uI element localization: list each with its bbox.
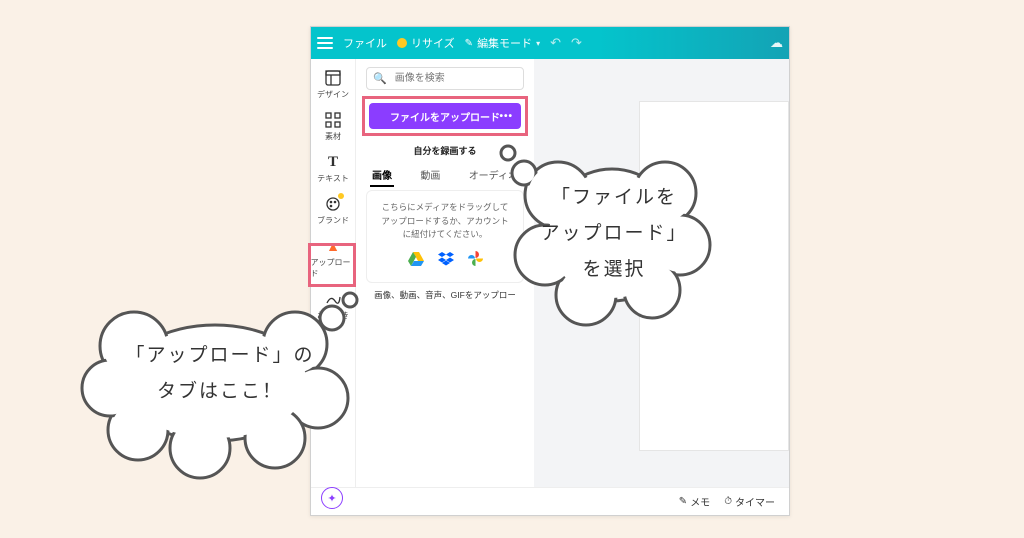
rail-item-elements[interactable]: 素材 xyxy=(311,107,356,146)
tab-video[interactable]: 動画 xyxy=(420,167,440,182)
upload-panel: 🔍 ファイルをアップロード ••• 自分を録画する 画像 動画 オーディオ こち… xyxy=(356,59,534,487)
media-tabs: 画像 動画 オーディオ xyxy=(366,165,524,182)
cloud-sync-icon[interactable]: ☁ xyxy=(770,35,783,51)
rail-label: テキスト xyxy=(317,173,349,184)
edit-mode-menu[interactable]: ✎ 編集モード ▾ xyxy=(465,35,540,51)
drag-text: こちらにメディアをドラッグして xyxy=(373,201,517,215)
side-rail: デザイン 素材 T テキスト ブランド ▲ アップロー xyxy=(311,59,356,487)
top-toolbar: ファイル リサイズ ✎ 編集モード ▾ ↶ ↷ ☁ xyxy=(311,27,789,59)
chevron-down-icon: ▾ xyxy=(536,39,540,48)
bottom-bar: ✦ ✎ メモ ⏱ タイマー xyxy=(311,487,789,515)
highlight-upload-button: ファイルをアップロード ••• xyxy=(362,96,528,136)
google-drive-icon[interactable] xyxy=(408,250,424,274)
rail-item-design[interactable]: デザイン xyxy=(311,65,356,104)
canvas-area[interactable] xyxy=(534,59,789,487)
menu-icon[interactable] xyxy=(317,37,333,49)
undo-icon[interactable]: ↶ xyxy=(550,35,561,51)
brand-icon xyxy=(324,195,342,213)
edit-mode-label: 編集モード xyxy=(477,35,532,51)
rail-item-text[interactable]: T テキスト xyxy=(311,149,356,188)
crown-icon xyxy=(397,38,407,48)
rail-label: アップロード xyxy=(311,257,356,279)
magic-button[interactable]: ✦ xyxy=(321,487,343,509)
timer-label: タイマー xyxy=(735,494,775,509)
memo-icon: ✎ xyxy=(679,496,687,507)
rail-label: デザイン xyxy=(317,89,349,100)
resize-label: リサイズ xyxy=(411,35,455,51)
resize-menu[interactable]: リサイズ xyxy=(397,35,455,51)
google-photos-icon[interactable] xyxy=(468,250,483,274)
more-dots-icon[interactable]: ••• xyxy=(499,111,513,122)
dropbox-icon[interactable] xyxy=(438,250,454,274)
annotation-text: 「アップロード」の xyxy=(125,345,314,366)
annotation-text: タブはここ！ xyxy=(157,381,283,402)
memo-button[interactable]: ✎ メモ xyxy=(679,494,710,509)
file-menu[interactable]: ファイル xyxy=(343,35,387,51)
record-self-button[interactable]: 自分を録画する xyxy=(366,144,524,157)
memo-label: メモ xyxy=(690,494,710,509)
pencil-icon: ✎ xyxy=(465,38,473,49)
rail-label: ブランド xyxy=(317,215,349,226)
artboard[interactable] xyxy=(639,101,789,451)
tab-audio[interactable]: オーディオ xyxy=(469,167,518,182)
rail-item-brand[interactable]: ブランド xyxy=(311,191,356,230)
text-icon: T xyxy=(324,153,342,171)
upload-file-button[interactable]: ファイルをアップロード ••• xyxy=(369,103,521,129)
workspace: デザイン 素材 T テキスト ブランド ▲ アップロー xyxy=(311,59,789,487)
rail-label: お絵描き xyxy=(317,310,349,321)
app-window: ファイル リサイズ ✎ 編集モード ▾ ↶ ↷ ☁ デザイン xyxy=(310,26,790,516)
upload-button-label: ファイルをアップロード xyxy=(390,109,500,124)
cloud-services-row xyxy=(373,250,517,274)
timer-icon: ⏱ xyxy=(724,496,732,507)
drag-text: に紐付けてください。 xyxy=(373,228,517,242)
draw-icon xyxy=(324,290,342,308)
rail-item-upload[interactable]: ▲ アップロード xyxy=(311,233,356,283)
template-icon xyxy=(324,69,342,87)
drag-text: アップロードするか、アカウント xyxy=(373,215,517,229)
upload-flame-icon: ▲ xyxy=(324,237,342,255)
grid-icon xyxy=(324,111,342,129)
rail-label: 素材 xyxy=(325,131,341,142)
drag-drop-area[interactable]: こちらにメディアをドラッグして アップロードするか、アカウント に紐付けてくださ… xyxy=(366,190,524,283)
search-field[interactable]: 🔍 xyxy=(366,67,524,90)
tab-image[interactable]: 画像 xyxy=(372,167,392,182)
search-input[interactable] xyxy=(393,72,529,85)
redo-icon[interactable]: ↷ xyxy=(571,35,582,51)
badge-dot-icon xyxy=(338,193,344,199)
rail-item-draw[interactable]: お絵描き xyxy=(311,286,356,325)
timer-button[interactable]: ⏱ タイマー xyxy=(724,494,775,509)
search-icon: 🔍 xyxy=(373,72,387,85)
upload-caption: 画像、動画、音声、GIFをアップロー xyxy=(366,289,524,301)
